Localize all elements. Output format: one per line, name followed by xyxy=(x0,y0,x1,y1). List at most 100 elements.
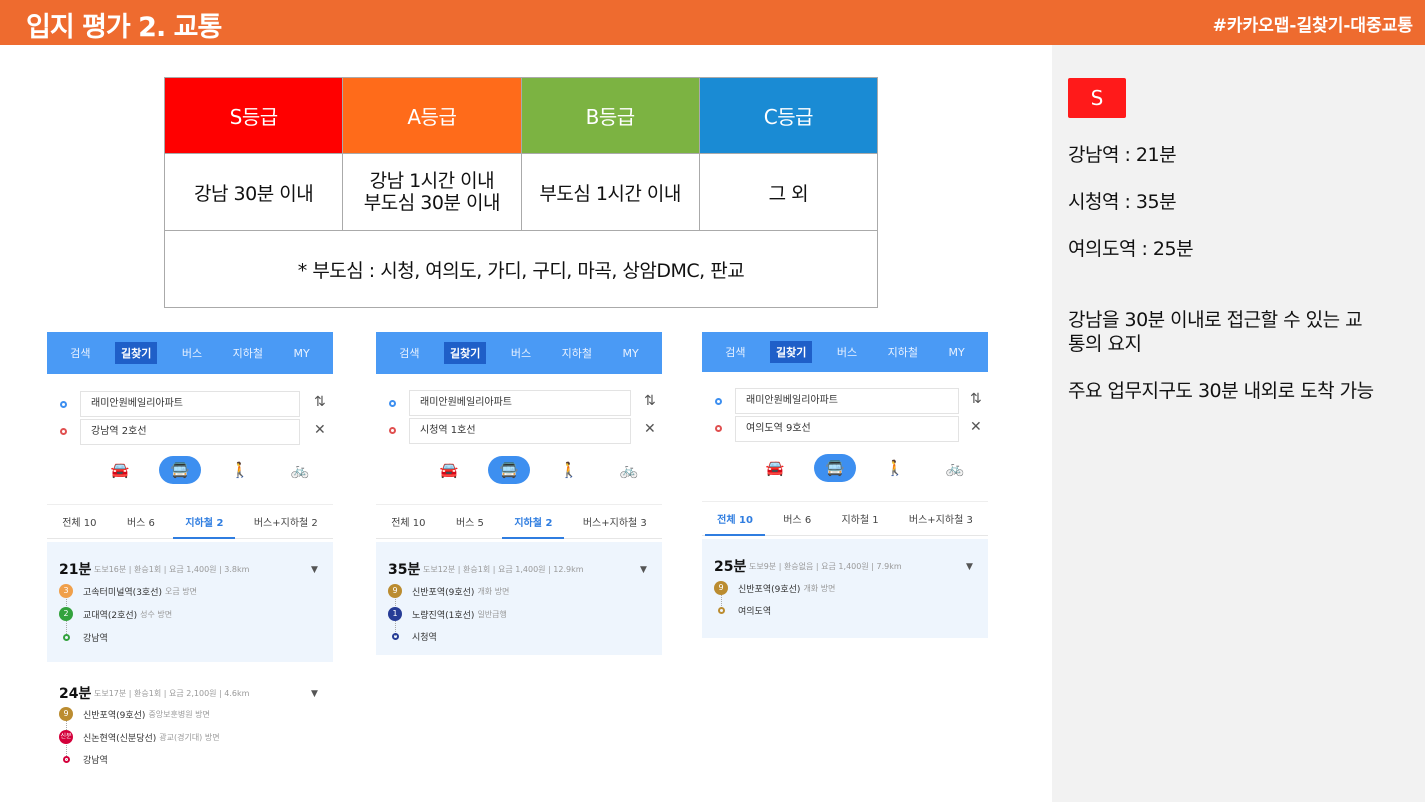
nav-bar: 검색 길찾기 버스 지하철 MY xyxy=(702,332,988,372)
route-stop: 9 신반포역(9호선) 중앙보훈병원 방면 xyxy=(59,707,210,721)
nav-subway[interactable]: 지하철 xyxy=(882,341,924,363)
bike-icon[interactable]: 🚲 xyxy=(608,456,650,484)
nav-search[interactable]: 검색 xyxy=(719,341,751,363)
route-end: 강남역 xyxy=(59,753,108,766)
car-icon[interactable]: 🚘 xyxy=(754,454,796,482)
tab-all[interactable]: 전체 10 xyxy=(58,506,100,537)
hashtag-label: #카카오맵-길찾기-대중교통 xyxy=(1212,16,1413,36)
nav-directions[interactable]: 길찾기 xyxy=(444,342,487,364)
nav-search[interactable]: 검색 xyxy=(64,342,96,364)
subcenter-note: * 부도심 : 시청, 여의도, 가디, 구디, 마곡, 상암DMC, 판교 xyxy=(164,230,878,308)
stop-name: 신논현역(신분당선) xyxy=(83,733,157,744)
nav-bus[interactable]: 버스 xyxy=(505,342,537,364)
tab-bus-subway[interactable]: 버스+지하철 2 xyxy=(250,506,322,537)
route-tabs: 전체 10 버스 5 지하철 2 버스+지하철 3 xyxy=(376,504,662,539)
tab-bus[interactable]: 버스 6 xyxy=(123,506,159,537)
origin-input[interactable]: 래미안원베일리아파트 xyxy=(80,391,300,417)
route-end: 여의도역 xyxy=(714,604,771,617)
origin-dot-icon xyxy=(389,400,396,407)
tab-bus[interactable]: 버스 6 xyxy=(779,503,815,534)
nav-bus[interactable]: 버스 xyxy=(831,341,863,363)
grade-a-criteria: 강남 1시간 이내 부도심 30분 이내 xyxy=(342,153,522,231)
walk-icon[interactable]: 🚶 xyxy=(548,456,590,484)
grade-a-header: A등급 xyxy=(342,77,522,154)
tab-subway[interactable]: 지하철 1 xyxy=(837,503,882,534)
route-time: 25분 xyxy=(714,559,747,575)
bus-icon[interactable]: 🚍 xyxy=(488,456,530,484)
dest-dot-icon xyxy=(389,427,396,434)
tab-subway[interactable]: 지하철 2 xyxy=(173,506,236,539)
destination-input[interactable]: 시청역 1호선 xyxy=(409,418,631,444)
chevron-down-icon[interactable]: ▼ xyxy=(311,689,318,699)
summary-sidebar: S 강남역 : 21분 시청역 : 35분 여의도역 : 25분 강남을 30분… xyxy=(1052,45,1425,802)
stop-direction: 성수 방면 xyxy=(140,609,173,619)
tab-bus-subway[interactable]: 버스+지하철 3 xyxy=(905,503,977,534)
bus-icon[interactable]: 🚍 xyxy=(814,454,856,482)
tab-all[interactable]: 전체 10 xyxy=(387,506,429,537)
grade-a-criteria-line1: 강남 1시간 이내 xyxy=(369,170,495,192)
grade-c-header: C등급 xyxy=(698,77,879,154)
summary-line-1: 강남을 30분 이내로 접근할 수 있는 교 xyxy=(1068,309,1363,331)
walk-icon[interactable]: 🚶 xyxy=(219,456,261,484)
stop-direction: 개화 방면 xyxy=(477,586,510,596)
nav-search[interactable]: 검색 xyxy=(393,342,425,364)
swap-icon[interactable]: ⇅ xyxy=(970,391,982,407)
nav-my[interactable]: MY xyxy=(288,344,316,363)
origin-input[interactable]: 래미안원베일리아파트 xyxy=(735,388,959,414)
car-icon[interactable]: 🚘 xyxy=(99,456,141,484)
tab-subway[interactable]: 지하철 2 xyxy=(502,506,565,539)
route-stop: 3 고속터미널역(3호선) 오금 방면 xyxy=(59,584,197,598)
chevron-down-icon[interactable]: ▼ xyxy=(640,565,647,575)
route-time: 21분 xyxy=(59,562,92,578)
destination-input[interactable]: 여의도역 9호선 xyxy=(735,416,959,442)
stop-name: 교대역(2호선) xyxy=(83,610,138,621)
grade-table: S등급 A등급 B등급 C등급 강남 30분 이내 강남 1시간 이내 부도심 3… xyxy=(163,77,879,308)
route-option-2[interactable]: 24분 도보17분 | 환승1회 | 요금 2,100원 | 4.6km ▼ 9… xyxy=(47,666,333,776)
swap-icon[interactable]: ⇅ xyxy=(644,393,656,409)
grade-badge: S xyxy=(1068,78,1126,118)
line-9-badge: 9 xyxy=(388,584,402,598)
stop-direction: 중앙보훈병원 방면 xyxy=(148,709,210,719)
nav-directions[interactable]: 길찾기 xyxy=(115,342,158,364)
tab-all[interactable]: 전체 10 xyxy=(705,503,765,536)
destination-input[interactable]: 강남역 2호선 xyxy=(80,419,300,445)
tab-bus[interactable]: 버스 5 xyxy=(452,506,488,537)
chevron-down-icon[interactable]: ▼ xyxy=(311,565,318,575)
stop-direction: 광교(경기대) 방면 xyxy=(159,732,220,742)
chevron-down-icon[interactable]: ▼ xyxy=(966,562,973,572)
walk-icon[interactable]: 🚶 xyxy=(874,454,916,482)
close-icon[interactable]: ✕ xyxy=(970,419,982,435)
stop-name: 신반포역(9호선) xyxy=(412,587,475,598)
route-option-1[interactable]: 21분 도보16분 | 환승1회 | 요금 1,400원 | 3.8km ▼ 3… xyxy=(47,542,333,662)
bike-icon[interactable]: 🚲 xyxy=(279,456,321,484)
end-dot-icon xyxy=(718,607,725,614)
nav-my[interactable]: MY xyxy=(617,344,645,363)
origin-input[interactable]: 래미안원베일리아파트 xyxy=(409,390,631,416)
header-bar: 입지 평가 2. 교통 #카카오맵-길찾기-대중교통 xyxy=(0,0,1425,45)
nav-subway[interactable]: 지하철 xyxy=(556,342,598,364)
route-meta: 도보17분 | 환승1회 | 요금 2,100원 | 4.6km xyxy=(94,689,250,698)
bike-icon[interactable]: 🚲 xyxy=(934,454,976,482)
bus-icon[interactable]: 🚍 xyxy=(159,456,201,484)
grade-s-criteria: 강남 30분 이내 xyxy=(163,153,344,231)
end-name: 강남역 xyxy=(83,756,108,766)
gangnam-time: 강남역 : 21분 xyxy=(1068,144,1177,166)
yeouido-time: 여의도역 : 25분 xyxy=(1068,238,1194,260)
car-icon[interactable]: 🚘 xyxy=(428,456,470,484)
nav-subway[interactable]: 지하철 xyxy=(227,342,269,364)
nav-directions[interactable]: 길찾기 xyxy=(770,341,813,363)
shinbundang-badge: 신분 xyxy=(59,730,73,744)
route-panel-yeouido: 검색 길찾기 버스 지하철 MY 래미안원베일리아파트 여의도역 9호선 ⇅ ✕… xyxy=(702,332,988,638)
nav-my[interactable]: MY xyxy=(943,343,971,362)
swap-icon[interactable]: ⇅ xyxy=(314,394,326,410)
route-end: 시청역 xyxy=(388,630,437,643)
close-icon[interactable]: ✕ xyxy=(644,421,656,437)
nav-bus[interactable]: 버스 xyxy=(176,342,208,364)
route-option-1[interactable]: 25분 도보9분 | 환승없음 | 요금 1,400원 | 7.9km ▼ 9신… xyxy=(702,539,988,638)
transport-modes: 🚘 🚍 🚶 🚲 xyxy=(754,454,976,482)
tab-bus-subway[interactable]: 버스+지하철 3 xyxy=(579,506,651,537)
route-panel-cityhall: 검색 길찾기 버스 지하철 MY 래미안원베일리아파트 시청역 1호선 ⇅ ✕ … xyxy=(376,332,662,655)
close-icon[interactable]: ✕ xyxy=(314,422,326,438)
line-2-badge: 2 xyxy=(59,607,73,621)
route-option-1[interactable]: 35분 도보12분 | 환승1회 | 요금 1,400원 | 12.9km ▼ … xyxy=(376,542,662,655)
